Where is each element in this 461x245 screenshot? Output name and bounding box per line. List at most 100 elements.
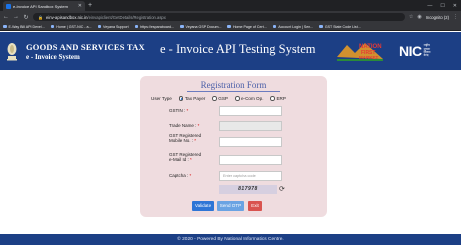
- nation-first-market-logo: NATION FIRST MARKET: [335, 37, 385, 65]
- url-host: einv-apisandbox.nic.in: [45, 14, 88, 20]
- gstin-label: GSTIN : *: [169, 108, 188, 113]
- bookmark-label: Home | GST-NIC - a...: [56, 24, 92, 29]
- radio-label: ERP: [276, 96, 286, 101]
- url-path: /einvapiclient/GetDetails/Registration.a…: [87, 14, 166, 20]
- bookmark-item[interactable]: GST State Code List...: [319, 24, 361, 29]
- mobile-label-line2: Mobile No. :: [169, 138, 194, 143]
- browser-tab[interactable]: e-Invoice API Sandbox System ✕: [3, 1, 85, 11]
- bookmark-icon: [3, 24, 7, 29]
- registration-form: Registration Form User Type Tax Payer GS…: [140, 76, 327, 217]
- bookmark-icon: [319, 24, 323, 29]
- exit-button[interactable]: Exit: [248, 201, 262, 211]
- maximize-icon[interactable]: ☐: [440, 1, 444, 11]
- radio-selected-icon[interactable]: [178, 96, 184, 101]
- bookmark-item[interactable]: https://esparaboard...: [134, 24, 175, 29]
- bookmark-label: Veyana GSP Docum...: [185, 24, 222, 29]
- bookmarks-bar: E-Way Bill API Devel... Home | GST-NIC -…: [0, 23, 461, 31]
- bookmark-icon: [272, 24, 277, 29]
- site-footer: © 2020 - Powered By National Informatics…: [0, 234, 461, 245]
- radio-label: Tax Payer: [184, 96, 206, 101]
- bookmark-label: https://esparaboard...: [140, 24, 175, 29]
- nic-logo-text: NIC: [399, 43, 422, 59]
- new-tab-icon[interactable]: +: [88, 1, 92, 11]
- radio-erp[interactable]: ERP: [270, 96, 286, 101]
- nic-sub-line: केन्द्र: [423, 53, 429, 58]
- bookmark-icon: [50, 24, 55, 29]
- address-bar[interactable]: 🔒 einv-apisandbox.nic.in/einvapiclient/G…: [33, 13, 405, 21]
- bookmark-item[interactable]: Veyana GSP Docum...: [180, 25, 221, 29]
- svg-text:MARKET: MARKET: [359, 55, 378, 60]
- footer-text: © 2020 - Powered By National Informatics…: [177, 237, 284, 242]
- incognito-icon[interactable]: ◉: [417, 14, 421, 20]
- user-type-label: User Type: [151, 96, 172, 101]
- brand-line2: e - Invoice System: [26, 52, 80, 61]
- lock-icon: 🔒: [38, 14, 43, 20]
- bookmark-label: Account Login | Sen...: [278, 24, 314, 29]
- captcha-label: Captcha : *: [169, 173, 191, 178]
- browser-toolbar: ← → ↻ 🔒 einv-apisandbox.nic.in/einvapicl…: [0, 11, 461, 23]
- page-title: e - Invoice API Testing System: [160, 42, 316, 56]
- required-mark: *: [186, 108, 189, 113]
- email-label: GST Registered e-Mail Id : *: [169, 152, 201, 162]
- radio-label: e-Com Op.: [241, 96, 264, 101]
- star-icon[interactable]: ☆: [409, 14, 413, 20]
- site-header: GOODS AND SERVICES TAX e - Invoice Syste…: [0, 32, 461, 70]
- mobile-label: GST Registered Mobile No. : *: [169, 133, 201, 143]
- bookmark-item[interactable]: Home | GST-NIC - a...: [50, 24, 92, 29]
- nic-logo: NIC राष्ट्रीय सूचना विज्ञान केन्द्र: [399, 41, 455, 61]
- radio-icon[interactable]: [235, 96, 240, 101]
- captcha-label-text: Captcha :: [169, 173, 189, 178]
- required-mark: *: [189, 173, 192, 178]
- bookmark-icon: [134, 24, 139, 29]
- bookmark-icon: [180, 24, 184, 29]
- forward-icon[interactable]: →: [13, 14, 19, 20]
- send-otp-button[interactable]: Send OTP: [217, 201, 244, 211]
- brand-block: GOODS AND SERVICES TAX e - Invoice Syste…: [26, 42, 145, 61]
- national-emblem-icon: [4, 38, 20, 64]
- nic-logo-subtext: राष्ट्रीय सूचना विज्ञान केन्द्र: [423, 43, 431, 58]
- radio-label: GSP: [218, 96, 228, 101]
- close-window-icon[interactable]: ✕: [453, 1, 457, 11]
- validate-button[interactable]: Validate: [192, 201, 214, 211]
- gstin-input[interactable]: [219, 106, 282, 116]
- toolbar-right: ☆ ◉ Incognito (2) ⋮: [409, 14, 458, 20]
- trade-name-input[interactable]: [219, 121, 282, 131]
- radio-icon[interactable]: [212, 96, 217, 101]
- bookmark-icon: [227, 24, 231, 29]
- minimize-icon[interactable]: —: [427, 1, 432, 11]
- user-type-group: User Type Tax Payer GSP e-Com Op. ERP: [151, 96, 286, 101]
- window-controls: — ☐ ✕: [427, 1, 461, 11]
- radio-tax-payer[interactable]: Tax Payer: [178, 96, 206, 101]
- brand-line1: GOODS AND SERVICES TAX: [26, 41, 145, 52]
- radio-icon[interactable]: [270, 96, 275, 101]
- bookmark-label: Home Page of Cert...: [232, 24, 267, 29]
- back-icon[interactable]: ←: [3, 14, 9, 20]
- trade-name-label-text: Trade Name :: [169, 123, 197, 128]
- radio-ecom-op[interactable]: e-Com Op.: [235, 96, 263, 101]
- email-label-line2: e-Mail Id :: [169, 157, 189, 162]
- menu-icon[interactable]: ⋮: [453, 14, 458, 20]
- profile-label[interactable]: Incognito (2): [426, 15, 449, 20]
- email-input[interactable]: [219, 155, 282, 165]
- close-tab-icon[interactable]: ✕: [78, 3, 82, 9]
- refresh-captcha-icon[interactable]: ⟳: [279, 185, 285, 194]
- bookmark-label: Veyana Support: [103, 24, 129, 29]
- bookmark-item[interactable]: E-Way Bill API Devel...: [3, 25, 45, 29]
- browser-tab-bar: e-Invoice API Sandbox System ✕ + — ☐ ✕: [0, 0, 461, 11]
- gstin-label-text: GSTIN :: [169, 108, 186, 113]
- mobile-input[interactable]: [219, 137, 282, 147]
- url-text: einv-apisandbox.nic.in/einvapiclient/Get…: [46, 15, 166, 20]
- bookmark-item[interactable]: Veyana Support: [97, 24, 129, 29]
- captcha-input[interactable]: Enter captcha code: [219, 171, 282, 181]
- radio-gsp[interactable]: GSP: [212, 96, 228, 101]
- browser-tab-title: e-Invoice API Sandbox System: [13, 3, 68, 9]
- trade-name-label: Trade Name : *: [169, 123, 199, 128]
- form-title: Registration Form: [200, 80, 267, 90]
- bookmark-label: GST State Code List...: [324, 24, 361, 29]
- required-mark: *: [190, 157, 192, 162]
- bookmark-item[interactable]: Account Login | Sen...: [272, 24, 314, 29]
- reload-icon[interactable]: ↻: [23, 14, 29, 21]
- bookmark-item[interactable]: Home Page of Cert...: [227, 24, 267, 29]
- required-mark: *: [194, 138, 197, 143]
- captcha-image: 817978: [219, 185, 277, 194]
